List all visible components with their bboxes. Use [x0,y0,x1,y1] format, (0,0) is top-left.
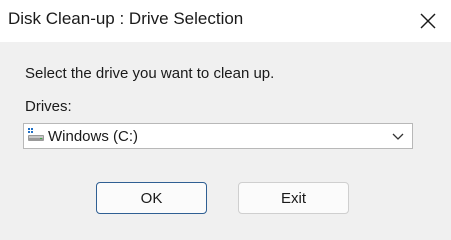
instruction-text: Select the drive you want to clean up. [25,65,275,82]
hard-drive-icon [28,128,44,141]
chevron-down-icon [392,133,404,140]
title-bar: Disk Clean-up : Drive Selection [0,0,451,42]
close-button[interactable] [405,0,451,42]
selected-drive-text: Windows (C:) [48,128,139,145]
drive-dropdown[interactable]: Windows (C:) [23,123,413,149]
close-icon [420,13,436,29]
drives-label: Drives: [25,98,72,115]
drive-selection-dialog: Disk Clean-up : Drive Selection Select t… [0,0,451,239]
window-title: Disk Clean-up : Drive Selection [8,9,244,28]
exit-button[interactable]: Exit [238,182,349,214]
ok-button[interactable]: OK [96,182,207,214]
